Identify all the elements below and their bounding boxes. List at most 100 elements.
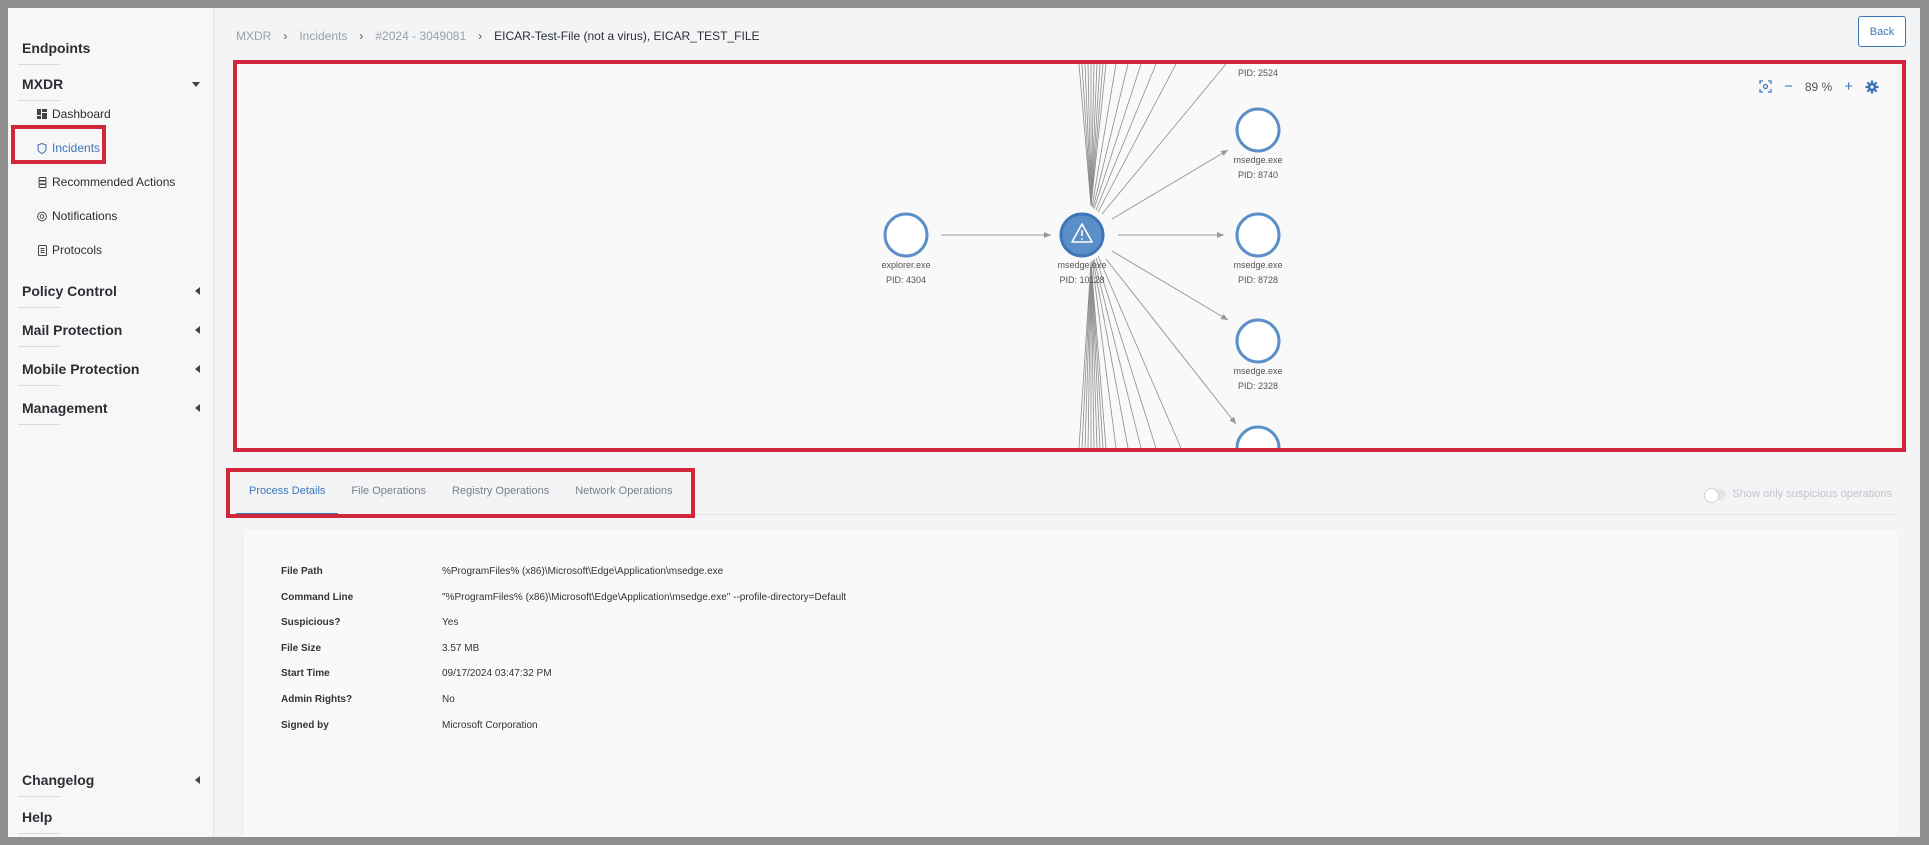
- breadcrumb-mxdr[interactable]: MXDR: [236, 29, 271, 43]
- node-msedge-8740[interactable]: [1235, 107, 1281, 153]
- sidebar-item-label: Incidents: [52, 141, 101, 155]
- node-label-pid: PID: 2328: [1238, 381, 1278, 391]
- node-label-name: msedge.exe: [1057, 260, 1106, 270]
- sidebar-section-endpoints[interactable]: Endpoints: [18, 40, 202, 65]
- node-label-pid: PID: 8728: [1238, 275, 1278, 285]
- edge-msedge-8740: [1111, 149, 1229, 220]
- node-label-name: explorer.exe: [881, 260, 930, 270]
- sidebar-item-incidents[interactable]: Incidents: [37, 141, 100, 155]
- process-details-panel: File Path %ProgramFiles% (x86)\Microsoft…: [242, 530, 1897, 837]
- detail-label: File Path: [281, 566, 323, 577]
- sidebar-section-mxdr[interactable]: MXDR: [18, 76, 202, 101]
- detail-value: 3.57 MB: [442, 643, 480, 654]
- sidebar-section-help[interactable]: Help: [18, 809, 202, 834]
- chevron-down-icon: [192, 81, 200, 87]
- node-label-name: msedge.exe: [1233, 366, 1282, 376]
- detail-value: Yes: [442, 617, 459, 628]
- sidebar-section-label: MXDR: [22, 76, 64, 92]
- detail-value: %ProgramFiles% (x86)\Microsoft\Edge\Appl…: [442, 566, 724, 577]
- detail-row: Start Time 09/17/2024 03:47:32 PM: [281, 668, 552, 679]
- chevron-left-icon: [195, 326, 200, 334]
- detail-label: Admin Rights?: [281, 694, 353, 705]
- detail-row: Signed by Microsoft Corporation: [281, 720, 538, 731]
- sidebar: Endpoints MXDR Dashboard Incidents Recom…: [8, 8, 214, 837]
- zoom-level: 89 %: [1804, 79, 1833, 94]
- detail-label: Start Time: [281, 668, 330, 679]
- breadcrumb: MXDR › Incidents › #2024 - 3049081 › EIC…: [236, 29, 760, 43]
- main-content: MXDR › Incidents › #2024 - 3049081 › EIC…: [214, 8, 1920, 837]
- zoom-out-icon[interactable]: −: [1784, 79, 1793, 94]
- chevron-left-icon: [195, 365, 200, 373]
- sidebar-section-changelog[interactable]: Changelog: [18, 772, 202, 797]
- chevron-right-icon: ›: [359, 29, 364, 43]
- tab-file-operations[interactable]: File Operations: [338, 484, 439, 514]
- breadcrumb-current: EICAR-Test-File (not a virus), EICAR_TES…: [494, 29, 760, 43]
- sidebar-section-label: Policy Control: [22, 283, 117, 299]
- sidebar-section-mobile-protection[interactable]: Mobile Protection: [18, 361, 202, 386]
- sidebar-section-label: Management: [22, 400, 108, 416]
- detail-value: Microsoft Corporation: [442, 720, 538, 731]
- detail-value: "%ProgramFiles% (x86)\Microsoft\Edge\App…: [442, 592, 847, 603]
- node-label-pid: PID: 10128: [1059, 275, 1104, 285]
- zoom-in-icon[interactable]: +: [1844, 79, 1853, 94]
- node-msedge-8728[interactable]: [1235, 212, 1281, 258]
- sidebar-item-dashboard[interactable]: Dashboard: [37, 107, 111, 121]
- suspicious-only-label: Show only suspicious operations: [1732, 488, 1892, 500]
- node-label-partial-pid: PID: 2524: [1238, 68, 1278, 78]
- dashboard-icon: [37, 109, 47, 119]
- breadcrumb-incidents[interactable]: Incidents: [299, 29, 347, 43]
- detail-label: File Size: [281, 643, 322, 654]
- document-icon: [37, 244, 47, 256]
- node-explorer[interactable]: [883, 212, 929, 258]
- detail-row: Command Line "%ProgramFiles% (x86)\Micro…: [281, 592, 846, 603]
- sidebar-section-label: Help: [22, 809, 53, 825]
- tabs-divider: [236, 514, 1897, 515]
- node-label-name: msedge.exe: [1233, 260, 1282, 270]
- tab-process-details[interactable]: Process Details: [236, 484, 339, 514]
- sidebar-section-policy-control[interactable]: Policy Control: [18, 283, 202, 308]
- chevron-left-icon: [195, 404, 200, 412]
- detail-label: Command Line: [281, 592, 354, 603]
- sidebar-item-recommended-actions[interactable]: Recommended Actions: [37, 175, 175, 189]
- details-tabs: Process Details File Operations Registry…: [236, 484, 685, 514]
- stack-icon: [37, 176, 47, 188]
- node-msedge-2328[interactable]: [1235, 318, 1281, 364]
- process-graph-canvas: PID: 2524 explorer.exe PID: 4304 msedge.…: [881, 64, 1283, 448]
- sidebar-item-label: Dashboard: [52, 107, 111, 121]
- sidebar-section-label: Mail Protection: [22, 322, 123, 338]
- detail-row: File Size 3.57 MB: [281, 643, 479, 654]
- sidebar-item-notifications[interactable]: Notifications: [37, 209, 117, 223]
- node-label-name: msedge.exe: [1233, 155, 1282, 165]
- sidebar-section-management[interactable]: Management: [18, 400, 202, 425]
- edge-msedge-next: [1105, 258, 1237, 425]
- edge-msedge-2328: [1111, 250, 1229, 321]
- node-label-pid: PID: 8740: [1238, 170, 1278, 180]
- shield-icon: [37, 142, 47, 154]
- node-label-pid: PID: 4304: [886, 275, 926, 285]
- suspicious-only-toggle[interactable]: [1704, 487, 1727, 503]
- breadcrumb-incident-id[interactable]: #2024 - 3049081: [375, 29, 466, 43]
- gear-icon[interactable]: [1865, 80, 1879, 94]
- chevron-right-icon: ›: [283, 29, 288, 43]
- detail-label: Signed by: [281, 720, 329, 731]
- tab-registry-operations[interactable]: Registry Operations: [439, 484, 562, 514]
- detail-row: Admin Rights? No: [281, 694, 455, 705]
- node-msedge-partial[interactable]: [1235, 425, 1281, 448]
- detail-value: No: [442, 694, 455, 705]
- sidebar-item-protocols[interactable]: Protocols: [37, 243, 102, 257]
- chevron-left-icon: [195, 287, 200, 295]
- detail-row: File Path %ProgramFiles% (x86)\Microsoft…: [281, 566, 723, 577]
- tab-network-operations[interactable]: Network Operations: [562, 484, 685, 514]
- back-button[interactable]: Back: [1858, 16, 1906, 47]
- suspicious-filter: Show only suspicious operations: [1704, 487, 1892, 503]
- sidebar-item-label: Recommended Actions: [52, 175, 176, 189]
- process-graph[interactable]: PID: 2524 explorer.exe PID: 4304 msedge.…: [236, 64, 1897, 448]
- detail-label: Suspicious?: [281, 617, 341, 628]
- fit-screen-icon[interactable]: [1759, 80, 1772, 93]
- sidebar-section-label: Endpoints: [22, 40, 91, 56]
- bell-circle-icon: [37, 211, 47, 221]
- graph-toolbar: − 89 % +: [1759, 79, 1879, 94]
- edge-fan-top: [1078, 64, 1227, 215]
- sidebar-section-mail-protection[interactable]: Mail Protection: [18, 322, 202, 347]
- detail-value: 09/17/2024 03:47:32 PM: [442, 668, 552, 679]
